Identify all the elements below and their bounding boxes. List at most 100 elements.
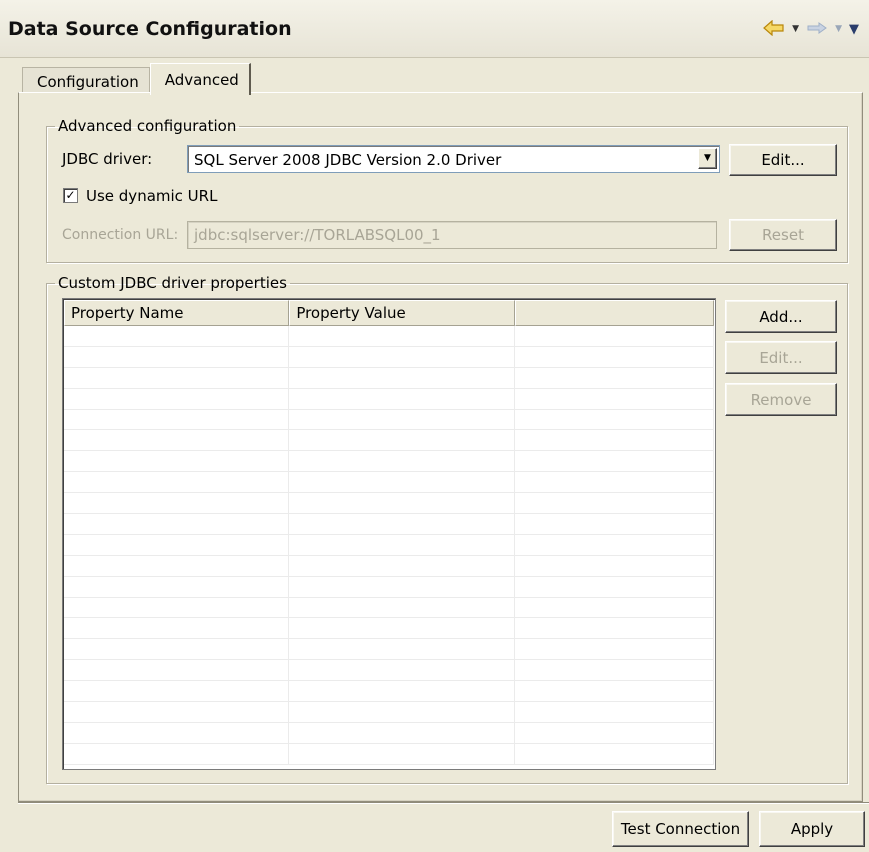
table-row[interactable]: [64, 576, 715, 598]
table-cell: [64, 639, 290, 660]
tab-advanced[interactable]: Advanced: [149, 63, 251, 95]
table-cell: [289, 597, 515, 618]
column-header-property-value[interactable]: Property Value: [289, 300, 515, 326]
table-cell: [289, 681, 515, 702]
table-cell: [64, 346, 290, 367]
edit-driver-button[interactable]: Edit...: [729, 144, 837, 176]
table-cell: [289, 743, 515, 764]
table-row[interactable]: [64, 660, 715, 682]
edit-property-button: Edit...: [725, 341, 837, 374]
table-row[interactable]: [64, 367, 715, 389]
back-arrow-icon[interactable]: [763, 19, 785, 39]
use-dynamic-url-checkbox[interactable]: ✓: [63, 188, 78, 203]
table-row[interactable]: [64, 618, 715, 640]
table-cell: [289, 618, 515, 639]
table-cell: [515, 514, 715, 534]
table-cell: [64, 514, 290, 534]
table-cell: [289, 346, 515, 367]
table-cell: [289, 702, 515, 722]
table-cell: [289, 722, 515, 743]
table-cell: [289, 555, 515, 576]
table-row[interactable]: [64, 597, 715, 619]
use-dynamic-url-label: Use dynamic URL: [86, 187, 218, 205]
column-header-property-name[interactable]: Property Name: [64, 300, 290, 326]
tab-bar: Configuration Advanced: [22, 63, 251, 95]
table-cell: [515, 702, 715, 722]
test-connection-button[interactable]: Test Connection: [612, 811, 749, 847]
table-row[interactable]: [64, 639, 715, 661]
apply-button[interactable]: Apply: [759, 811, 865, 847]
table-cell: [515, 346, 715, 367]
properties-table[interactable]: Property Name Property Value: [62, 298, 716, 770]
table-cell: [64, 367, 290, 388]
table-cell: [64, 618, 290, 639]
table-cell: [64, 576, 290, 597]
table-row[interactable]: [64, 451, 715, 473]
forward-arrow-icon: [806, 20, 828, 39]
table-cell: [64, 702, 290, 722]
table-cell: [515, 367, 715, 388]
table-cell: [64, 555, 290, 576]
add-property-button[interactable]: Add...: [725, 300, 837, 333]
connection-url-value: jdbc:sqlserver://TORLABSQL00_1: [194, 226, 441, 244]
table-cell: [289, 514, 515, 534]
table-cell: [515, 555, 715, 576]
table-cell: [515, 681, 715, 702]
table-cell: [515, 743, 715, 764]
table-cell: [64, 743, 290, 764]
table-cell: [289, 367, 515, 388]
view-menu-icon[interactable]: ▼: [849, 23, 859, 36]
table-cell: [515, 722, 715, 743]
table-cell: [289, 534, 515, 555]
table-row[interactable]: [64, 555, 715, 577]
table-header: Property Name Property Value: [64, 300, 715, 326]
table-cell: [64, 493, 290, 514]
table-row[interactable]: [64, 388, 715, 410]
table-row[interactable]: [64, 743, 715, 765]
table-row[interactable]: [64, 326, 715, 347]
table-row[interactable]: [64, 493, 715, 515]
table-cell: [515, 451, 715, 472]
table-cell: [289, 409, 515, 430]
table-cell: [515, 534, 715, 555]
table-cell: [515, 388, 715, 409]
back-dropdown-icon[interactable]: ▼: [792, 25, 799, 34]
table-row[interactable]: [64, 514, 715, 535]
connection-url-field: jdbc:sqlserver://TORLABSQL00_1: [187, 221, 717, 249]
table-row[interactable]: [64, 409, 715, 431]
table-cell: [64, 660, 290, 681]
table-cell: [515, 326, 715, 346]
table-cell: [64, 597, 290, 618]
table-cell: [515, 409, 715, 430]
checkmark-icon: ✓: [65, 188, 76, 202]
table-row[interactable]: [64, 722, 715, 744]
table-cell: [64, 409, 290, 430]
view-header: Data Source Configuration ▼ ▼ ▼: [0, 0, 869, 58]
bottom-divider: [18, 802, 869, 804]
chevron-down-icon[interactable]: ▼: [698, 148, 717, 169]
table-cell: [515, 493, 715, 514]
table-cell: [515, 618, 715, 639]
table-row[interactable]: [64, 346, 715, 368]
table-cell: [515, 430, 715, 451]
navigation-toolbar: ▼ ▼ ▼: [763, 19, 859, 39]
table-cell: [515, 660, 715, 681]
jdbc-driver-value: SQL Server 2008 JDBC Version 2.0 Driver: [194, 151, 502, 169]
table-cell: [289, 388, 515, 409]
table-cell: [289, 576, 515, 597]
table-row[interactable]: [64, 472, 715, 494]
table-row[interactable]: [64, 534, 715, 556]
table-row[interactable]: [64, 681, 715, 703]
table-cell: [289, 639, 515, 660]
table-row[interactable]: [64, 702, 715, 723]
table-cell: [289, 326, 515, 346]
table-cell: [64, 472, 290, 493]
page-title: Data Source Configuration: [8, 18, 292, 40]
tab-configuration[interactable]: Configuration: [22, 67, 150, 95]
table-cell: [289, 430, 515, 451]
table-row[interactable]: [64, 430, 715, 452]
table-cell: [515, 639, 715, 660]
jdbc-driver-select[interactable]: SQL Server 2008 JDBC Version 2.0 Driver …: [187, 145, 720, 173]
column-header-extra[interactable]: [514, 300, 715, 326]
advanced-configuration-legend: Advanced configuration: [58, 117, 237, 135]
